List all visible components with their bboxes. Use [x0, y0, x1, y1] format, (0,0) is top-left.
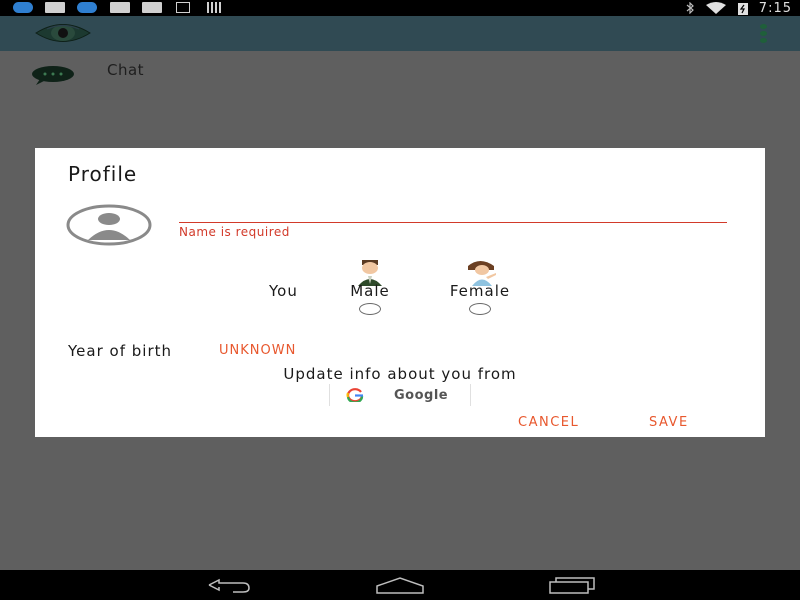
app-bar — [0, 16, 800, 51]
recents-icon[interactable] — [548, 576, 596, 594]
you-label: You — [269, 282, 298, 300]
back-icon[interactable] — [205, 576, 253, 594]
battery-icon — [737, 2, 748, 15]
home-icon[interactable] — [375, 576, 425, 594]
name-error-text: Name is required — [179, 225, 290, 239]
year-of-birth-label: Year of birth — [68, 342, 172, 360]
year-of-birth-value[interactable]: UNKNOWN — [219, 343, 296, 358]
eye-logo-icon[interactable] — [34, 22, 92, 44]
google-button[interactable]: Google — [329, 384, 471, 406]
update-info-label: Update info about you from — [283, 365, 517, 383]
male-label: Male — [350, 282, 390, 300]
chat-row[interactable]: Chat — [0, 51, 800, 91]
name-input[interactable] — [179, 206, 727, 223]
profile-dialog: Profile Name is required You Male Female… — [35, 148, 765, 437]
message-icon — [110, 2, 130, 13]
google-button-label: Google — [394, 387, 449, 403]
overflow-menu-icon[interactable] — [758, 24, 768, 46]
female-radio[interactable] — [469, 303, 491, 315]
gender-option-male[interactable]: Male — [339, 260, 401, 315]
female-label: Female — [449, 282, 511, 300]
gender-option-female[interactable]: Female — [438, 260, 522, 315]
avatar-placeholder-icon[interactable] — [66, 204, 152, 246]
chat-bubble-icon — [32, 66, 74, 85]
app-icon — [77, 2, 97, 13]
bluetooth-icon — [686, 2, 694, 14]
status-bar: 7:15 — [0, 0, 800, 16]
google-g-icon — [346, 388, 364, 402]
save-button[interactable]: SAVE — [649, 415, 689, 430]
app-icon — [13, 2, 33, 13]
cancel-button[interactable]: CANCEL — [518, 415, 579, 430]
message-icon — [142, 2, 162, 13]
status-time: 7:15 — [758, 0, 792, 16]
message-icon — [45, 2, 65, 13]
male-radio[interactable] — [359, 303, 381, 315]
navigation-bar — [0, 570, 800, 600]
download-icon — [176, 2, 190, 13]
wifi-icon — [705, 2, 726, 14]
dialog-title: Profile — [68, 162, 138, 186]
barcode-icon — [207, 2, 223, 13]
chat-label: Chat — [107, 61, 145, 79]
